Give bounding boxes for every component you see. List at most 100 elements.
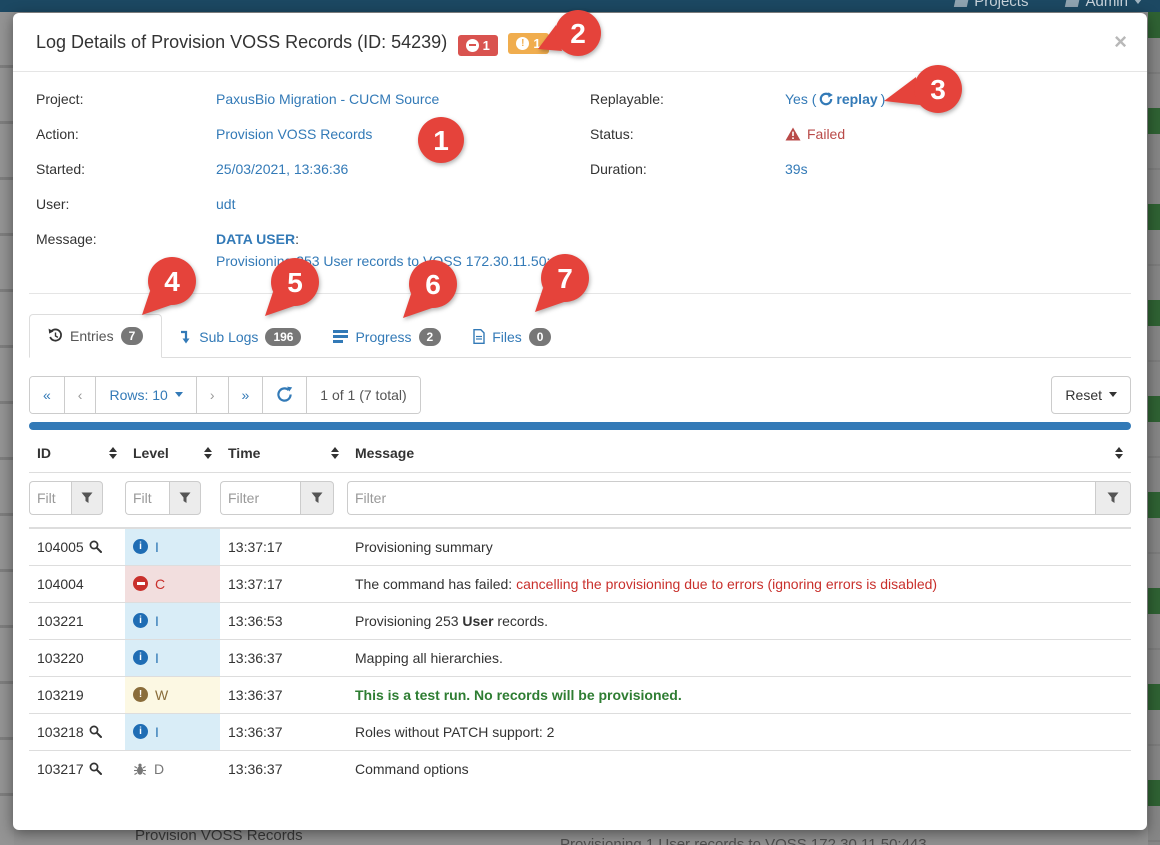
duration-label: Duration: xyxy=(590,158,785,180)
column-header-time[interactable]: Time xyxy=(220,434,347,473)
svg-text:3: 3 xyxy=(930,74,946,105)
tasks-icon xyxy=(333,330,348,343)
nav-admin[interactable]: Admin xyxy=(1066,0,1142,10)
callout-5: 5 xyxy=(255,254,335,334)
svg-text:2: 2 xyxy=(570,18,586,49)
background-page-right xyxy=(1148,12,1160,845)
action-label: Action: xyxy=(36,123,216,145)
rows-per-page-button[interactable]: Rows: 10 xyxy=(95,377,195,413)
callout-1: 1 xyxy=(418,117,464,163)
message-filter-input[interactable] xyxy=(347,481,1095,515)
level-filter-input[interactable] xyxy=(125,481,169,515)
svg-text:6: 6 xyxy=(425,269,441,300)
table-row[interactable]: 103218 iI 13:36:37 Roles without PATCH s… xyxy=(29,713,1131,750)
duration-value: 39s xyxy=(785,158,808,180)
info-icon: i xyxy=(133,539,148,554)
log-entries-table: ID Level Time Message 104005 iI 13:37:17… xyxy=(29,434,1131,788)
table-toolbar: « ‹ Rows: 10 › » 1 of 1 (7 total) Reset xyxy=(29,376,1131,414)
column-header-message[interactable]: Message xyxy=(347,434,1131,473)
filter-button[interactable] xyxy=(169,481,201,515)
table-row[interactable]: 103219 !W 13:36:37 This is a test run. N… xyxy=(29,676,1131,713)
callout-2: 2 xyxy=(532,7,612,67)
admin-icon xyxy=(1065,0,1080,7)
refresh-icon xyxy=(276,386,293,403)
svg-text:4: 4 xyxy=(164,266,180,297)
table-row[interactable]: 103220 iI 13:36:37 Mapping all hierarchi… xyxy=(29,639,1131,676)
search-icon[interactable] xyxy=(89,540,102,553)
horizontal-scrollbar[interactable] xyxy=(29,422,1131,430)
sort-icon[interactable] xyxy=(109,447,117,459)
refresh-button[interactable] xyxy=(262,377,306,413)
callout-6: 6 xyxy=(393,256,473,336)
exclamation-circle-icon: ! xyxy=(516,37,529,50)
caret-down-icon xyxy=(1134,0,1142,4)
column-header-id[interactable]: ID xyxy=(29,434,125,473)
projects-icon xyxy=(954,0,969,7)
error-count-badge: 1 xyxy=(458,35,498,56)
user-label: User: xyxy=(36,193,216,215)
first-page-button[interactable]: « xyxy=(30,377,64,413)
svg-text:5: 5 xyxy=(287,267,303,298)
modal-title: Log Details of Provision VOSS Records (I… xyxy=(36,32,447,52)
reset-button[interactable]: Reset xyxy=(1051,376,1131,414)
header-row: ID Level Time Message xyxy=(29,434,1131,473)
callout-7: 7 xyxy=(525,250,605,330)
replayable-value: Yes ( replay ) xyxy=(785,88,885,110)
status-label: Status: xyxy=(590,123,785,145)
page-info: 1 of 1 (7 total) xyxy=(306,377,419,413)
table-row[interactable]: 103217 D 13:36:37 Command options xyxy=(29,750,1131,787)
background-page-left xyxy=(0,12,14,845)
started-label: Started: xyxy=(36,158,216,180)
exclamation-circle-icon: ! xyxy=(133,687,148,702)
id-filter-input[interactable] xyxy=(29,481,71,515)
action-value[interactable]: Provision VOSS Records xyxy=(216,123,372,145)
funnel-icon xyxy=(81,492,93,504)
caret-down-icon xyxy=(1109,392,1117,397)
status-value: Failed xyxy=(785,123,845,145)
replay-icon[interactable] xyxy=(819,92,833,106)
next-page-button[interactable]: › xyxy=(196,377,228,413)
sort-icon[interactable] xyxy=(1115,447,1123,459)
replay-link[interactable]: replay xyxy=(836,88,877,110)
prev-page-button[interactable]: ‹ xyxy=(64,377,96,413)
minus-circle-icon xyxy=(466,39,479,52)
svg-text:7: 7 xyxy=(557,263,573,294)
filter-button[interactable] xyxy=(71,481,103,515)
sort-icon[interactable] xyxy=(204,447,212,459)
filter-button[interactable] xyxy=(1095,481,1131,515)
nav-projects[interactable]: Projects xyxy=(955,0,1028,10)
info-icon: i xyxy=(133,650,148,665)
background-row-message: Provisioning 1 User records to VOSS 172.… xyxy=(560,836,927,845)
sort-icon[interactable] xyxy=(331,447,339,459)
callout-3: 3 xyxy=(882,61,962,141)
column-header-level[interactable]: Level xyxy=(125,434,220,473)
file-icon xyxy=(473,329,485,344)
table-row[interactable]: 103221 iI 13:36:53 Provisioning 253 User… xyxy=(29,602,1131,639)
warning-triangle-icon xyxy=(785,127,801,141)
svg-text:1: 1 xyxy=(433,125,449,156)
search-icon[interactable] xyxy=(89,725,102,738)
funnel-icon xyxy=(311,492,323,504)
search-icon[interactable] xyxy=(89,762,102,775)
callout-4: 4 xyxy=(132,253,212,333)
last-page-button[interactable]: » xyxy=(228,377,263,413)
project-label: Project: xyxy=(36,88,216,110)
history-icon xyxy=(48,328,63,343)
bug-icon xyxy=(133,762,147,776)
filter-button[interactable] xyxy=(300,481,334,515)
time-filter-input[interactable] xyxy=(220,481,300,515)
table-row[interactable]: 104004 C 13:37:17 The command has failed… xyxy=(29,565,1131,602)
pagination-group: « ‹ Rows: 10 › » 1 of 1 (7 total) xyxy=(29,376,421,414)
table-row[interactable]: 104005 iI 13:37:17 Provisioning summary xyxy=(29,528,1131,566)
project-value[interactable]: PaxusBio Migration - CUCM Source xyxy=(216,88,439,110)
funnel-icon xyxy=(179,492,191,504)
log-details-modal: Log Details of Provision VOSS Records (I… xyxy=(13,13,1147,830)
info-icon: i xyxy=(133,724,148,739)
filter-row xyxy=(29,472,1131,528)
user-value: udt xyxy=(216,193,235,215)
started-value: 25/03/2021, 13:36:36 xyxy=(216,158,348,180)
minus-circle-icon xyxy=(133,576,148,591)
files-count-badge: 0 xyxy=(529,328,552,346)
replayable-label: Replayable: xyxy=(590,88,785,110)
close-icon[interactable]: × xyxy=(1114,31,1127,53)
